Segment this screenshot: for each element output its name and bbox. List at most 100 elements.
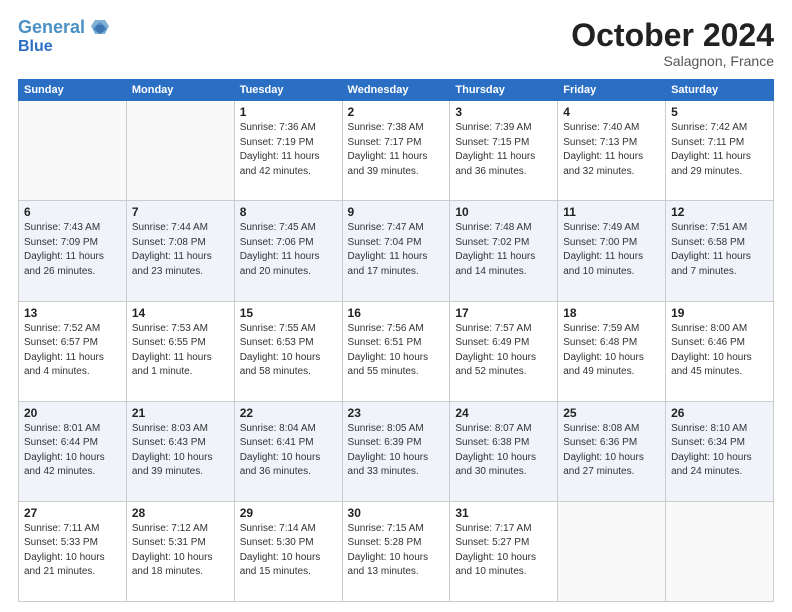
day-info: Sunrise: 8:08 AM Sunset: 6:36 PM Dayligh… <box>563 422 660 480</box>
calendar-cell: 22 Sunrise: 8:04 AM Sunset: 6:41 PM Dayli… <box>234 401 342 501</box>
day-info: Sunrise: 7:57 AM Sunset: 6:49 PM Dayligh… <box>455 322 552 380</box>
weekday-header: Wednesday <box>342 80 450 101</box>
day-number: 15 <box>240 306 337 320</box>
logo-icon <box>91 20 109 36</box>
calendar-cell: 17 Sunrise: 7:57 AM Sunset: 6:49 PM Dayli… <box>450 301 558 401</box>
day-number: 18 <box>563 306 660 320</box>
logo-text: General <box>18 18 109 38</box>
day-number: 5 <box>671 105 768 119</box>
logo: General Blue <box>18 18 109 55</box>
calendar-cell: 3Sunrise: 7:39 AM Sunset: 7:15 PM Daylig… <box>450 101 558 201</box>
calendar-cell: 26 Sunrise: 8:10 AM Sunset: 6:34 PM Dayli… <box>666 401 774 501</box>
calendar-cell <box>558 501 666 601</box>
day-number: 28 <box>132 506 229 520</box>
day-number: 11 <box>563 205 660 219</box>
calendar-cell: 27Sunrise: 7:11 AM Sunset: 5:33 PM Dayli… <box>19 501 127 601</box>
day-info: Sunrise: 7:38 AM Sunset: 7:17 PM Dayligh… <box>348 121 445 179</box>
calendar-cell: 8 Sunrise: 7:45 AM Sunset: 7:06 PM Daylig… <box>234 201 342 301</box>
title-section: October 2024 Salagnon, France <box>571 18 774 69</box>
day-number: 25 <box>563 406 660 420</box>
month-title: October 2024 <box>571 18 774 53</box>
calendar-cell: 18 Sunrise: 7:59 AM Sunset: 6:48 PM Dayli… <box>558 301 666 401</box>
day-info: Sunrise: 7:40 AM Sunset: 7:13 PM Dayligh… <box>563 121 660 179</box>
weekday-header: Thursday <box>450 80 558 101</box>
day-info: Sunrise: 7:14 AM Sunset: 5:30 PM Dayligh… <box>240 522 337 580</box>
day-info: Sunrise: 7:11 AM Sunset: 5:33 PM Dayligh… <box>24 522 121 580</box>
day-info: Sunrise: 7:15 AM Sunset: 5:28 PM Dayligh… <box>348 522 445 580</box>
calendar: SundayMondayTuesdayWednesdayThursdayFrid… <box>18 79 774 602</box>
day-info: Sunrise: 7:43 AM Sunset: 7:09 PM Dayligh… <box>24 221 121 279</box>
day-info: Sunrise: 7:17 AM Sunset: 5:27 PM Dayligh… <box>455 522 552 580</box>
day-info: Sunrise: 7:12 AM Sunset: 5:31 PM Dayligh… <box>132 522 229 580</box>
calendar-cell: 19Sunrise: 8:00 AM Sunset: 6:46 PM Dayli… <box>666 301 774 401</box>
calendar-cell: 10 Sunrise: 7:48 AM Sunset: 7:02 PM Dayli… <box>450 201 558 301</box>
day-number: 14 <box>132 306 229 320</box>
calendar-cell: 6 Sunrise: 7:43 AM Sunset: 7:09 PM Daylig… <box>19 201 127 301</box>
day-number: 23 <box>348 406 445 420</box>
day-number: 29 <box>240 506 337 520</box>
day-number: 24 <box>455 406 552 420</box>
calendar-week-row: 27Sunrise: 7:11 AM Sunset: 5:33 PM Dayli… <box>19 501 774 601</box>
calendar-header-row: SundayMondayTuesdayWednesdayThursdayFrid… <box>19 80 774 101</box>
page: General Blue October 2024 Salagnon, Fran… <box>0 0 792 612</box>
calendar-cell: 9 Sunrise: 7:47 AM Sunset: 7:04 PM Daylig… <box>342 201 450 301</box>
calendar-cell: 24 Sunrise: 8:07 AM Sunset: 6:38 PM Dayli… <box>450 401 558 501</box>
calendar-cell: 23Sunrise: 8:05 AM Sunset: 6:39 PM Dayli… <box>342 401 450 501</box>
day-info: Sunrise: 7:45 AM Sunset: 7:06 PM Dayligh… <box>240 221 337 279</box>
calendar-cell: 1Sunrise: 7:36 AM Sunset: 7:19 PM Daylig… <box>234 101 342 201</box>
day-info: Sunrise: 7:59 AM Sunset: 6:48 PM Dayligh… <box>563 322 660 380</box>
day-info: Sunrise: 7:36 AM Sunset: 7:19 PM Dayligh… <box>240 121 337 179</box>
calendar-cell: 25 Sunrise: 8:08 AM Sunset: 6:36 PM Dayli… <box>558 401 666 501</box>
day-number: 26 <box>671 406 768 420</box>
calendar-cell: 31Sunrise: 7:17 AM Sunset: 5:27 PM Dayli… <box>450 501 558 601</box>
day-info: Sunrise: 7:52 AM Sunset: 6:57 PM Dayligh… <box>24 322 121 380</box>
calendar-cell: 11 Sunrise: 7:49 AM Sunset: 7:00 PM Dayli… <box>558 201 666 301</box>
day-number: 2 <box>348 105 445 119</box>
day-number: 22 <box>240 406 337 420</box>
day-info: Sunrise: 7:44 AM Sunset: 7:08 PM Dayligh… <box>132 221 229 279</box>
day-number: 4 <box>563 105 660 119</box>
calendar-cell: 14Sunrise: 7:53 AM Sunset: 6:55 PM Dayli… <box>126 301 234 401</box>
day-info: Sunrise: 7:51 AM Sunset: 6:58 PM Dayligh… <box>671 221 768 279</box>
weekday-header: Monday <box>126 80 234 101</box>
day-number: 7 <box>132 205 229 219</box>
day-info: Sunrise: 8:07 AM Sunset: 6:38 PM Dayligh… <box>455 422 552 480</box>
day-number: 8 <box>240 205 337 219</box>
calendar-cell: 7 Sunrise: 7:44 AM Sunset: 7:08 PM Daylig… <box>126 201 234 301</box>
calendar-cell: 28 Sunrise: 7:12 AM Sunset: 5:31 PM Dayli… <box>126 501 234 601</box>
logo-subtext: Blue <box>18 38 53 56</box>
day-number: 16 <box>348 306 445 320</box>
day-number: 10 <box>455 205 552 219</box>
day-number: 6 <box>24 205 121 219</box>
calendar-cell: 13Sunrise: 7:52 AM Sunset: 6:57 PM Dayli… <box>19 301 127 401</box>
day-info: Sunrise: 8:03 AM Sunset: 6:43 PM Dayligh… <box>132 422 229 480</box>
location: Salagnon, France <box>571 53 774 69</box>
day-info: Sunrise: 7:42 AM Sunset: 7:11 PM Dayligh… <box>671 121 768 179</box>
header: General Blue October 2024 Salagnon, Fran… <box>18 18 774 69</box>
day-info: Sunrise: 8:04 AM Sunset: 6:41 PM Dayligh… <box>240 422 337 480</box>
day-info: Sunrise: 7:48 AM Sunset: 7:02 PM Dayligh… <box>455 221 552 279</box>
day-info: Sunrise: 7:49 AM Sunset: 7:00 PM Dayligh… <box>563 221 660 279</box>
calendar-week-row: 1Sunrise: 7:36 AM Sunset: 7:19 PM Daylig… <box>19 101 774 201</box>
day-info: Sunrise: 7:47 AM Sunset: 7:04 PM Dayligh… <box>348 221 445 279</box>
calendar-week-row: 13Sunrise: 7:52 AM Sunset: 6:57 PM Dayli… <box>19 301 774 401</box>
calendar-cell: 5 Sunrise: 7:42 AM Sunset: 7:11 PM Daylig… <box>666 101 774 201</box>
day-number: 20 <box>24 406 121 420</box>
day-info: Sunrise: 8:10 AM Sunset: 6:34 PM Dayligh… <box>671 422 768 480</box>
calendar-cell: 30Sunrise: 7:15 AM Sunset: 5:28 PM Dayli… <box>342 501 450 601</box>
day-info: Sunrise: 8:01 AM Sunset: 6:44 PM Dayligh… <box>24 422 121 480</box>
day-number: 17 <box>455 306 552 320</box>
calendar-cell <box>19 101 127 201</box>
calendar-cell: 16 Sunrise: 7:56 AM Sunset: 6:51 PM Dayli… <box>342 301 450 401</box>
calendar-cell: 2 Sunrise: 7:38 AM Sunset: 7:17 PM Daylig… <box>342 101 450 201</box>
day-info: Sunrise: 7:56 AM Sunset: 6:51 PM Dayligh… <box>348 322 445 380</box>
weekday-header: Friday <box>558 80 666 101</box>
calendar-cell <box>666 501 774 601</box>
calendar-cell: 29 Sunrise: 7:14 AM Sunset: 5:30 PM Dayli… <box>234 501 342 601</box>
calendar-cell: 12Sunrise: 7:51 AM Sunset: 6:58 PM Dayli… <box>666 201 774 301</box>
day-info: Sunrise: 7:55 AM Sunset: 6:53 PM Dayligh… <box>240 322 337 380</box>
weekday-header: Sunday <box>19 80 127 101</box>
day-number: 9 <box>348 205 445 219</box>
day-number: 3 <box>455 105 552 119</box>
weekday-header: Tuesday <box>234 80 342 101</box>
